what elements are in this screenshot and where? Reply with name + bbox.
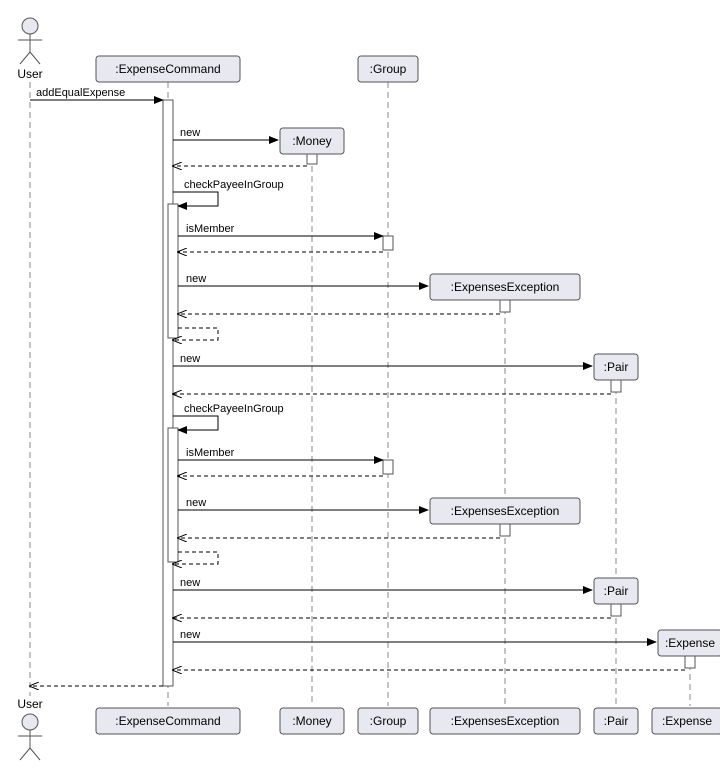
svg-text::Group: :Group <box>370 714 407 728</box>
participant-expenses-exception-bottom: :ExpensesException <box>430 708 580 734</box>
participant-expense-bottom: :Expense <box>652 708 720 734</box>
msg-addequalexpense: addEqualExpense <box>36 87 125 99</box>
sequence-diagram: User :ExpenseCommand :Group addEqualExpe… <box>8 8 720 772</box>
msg-new-expense: new <box>180 629 200 641</box>
msg-checkpayee-2: checkPayeeInGroup <box>184 403 284 415</box>
msg-new-money: new <box>180 127 200 139</box>
msg-ismember-1: isMember <box>186 223 235 235</box>
svg-text::Expense: :Expense <box>662 714 712 728</box>
participant-expenses-exception-create-2: :ExpensesException <box>430 498 580 524</box>
svg-text::Group: :Group <box>370 62 407 76</box>
participant-money-bottom: :Money <box>280 708 344 734</box>
svg-text::ExpenseCommand: :ExpenseCommand <box>115 714 220 728</box>
participant-expense-command-bottom: :ExpenseCommand <box>96 708 240 734</box>
participant-group-bottom: :Group <box>358 708 418 734</box>
svg-text::ExpensesException: :ExpensesException <box>451 504 560 518</box>
svg-text::Money: :Money <box>292 714 331 728</box>
msg-new-exc-1: new <box>186 273 206 285</box>
participant-pair-bottom: :Pair <box>594 708 638 734</box>
msg-new-exc-2: new <box>186 497 206 509</box>
msg-new-pair-1: new <box>180 353 200 365</box>
participant-expense-create: :Expense <box>658 630 720 656</box>
msg-new-pair-2: new <box>180 577 200 589</box>
svg-text::Pair: :Pair <box>604 714 629 728</box>
svg-text::ExpensesException: :ExpensesException <box>451 280 560 294</box>
svg-text::Pair: :Pair <box>604 360 629 374</box>
svg-text::Expense: :Expense <box>665 636 715 650</box>
participant-group-top: :Group <box>358 56 418 82</box>
actor-user-bottom: User <box>17 697 42 760</box>
msg-ismember-2: isMember <box>186 447 235 459</box>
participant-money-create: :Money <box>280 128 344 154</box>
participant-expenses-exception-create-1: :ExpensesException <box>430 274 580 300</box>
msg-checkpayee-1: checkPayeeInGroup <box>184 179 284 191</box>
svg-text::ExpenseCommand: :ExpenseCommand <box>115 62 220 76</box>
svg-text::Pair: :Pair <box>604 584 629 598</box>
participant-expense-command-top: :ExpenseCommand <box>96 56 240 82</box>
participant-pair-create-1: :Pair <box>594 354 638 380</box>
svg-text::Money: :Money <box>292 134 331 148</box>
actor-user-top: User <box>17 18 42 81</box>
actor-user-label-top: User <box>17 67 42 81</box>
actor-user-label-bottom: User <box>17 697 42 711</box>
participant-pair-create-2: :Pair <box>594 578 638 604</box>
svg-text::ExpensesException: :ExpensesException <box>451 714 560 728</box>
